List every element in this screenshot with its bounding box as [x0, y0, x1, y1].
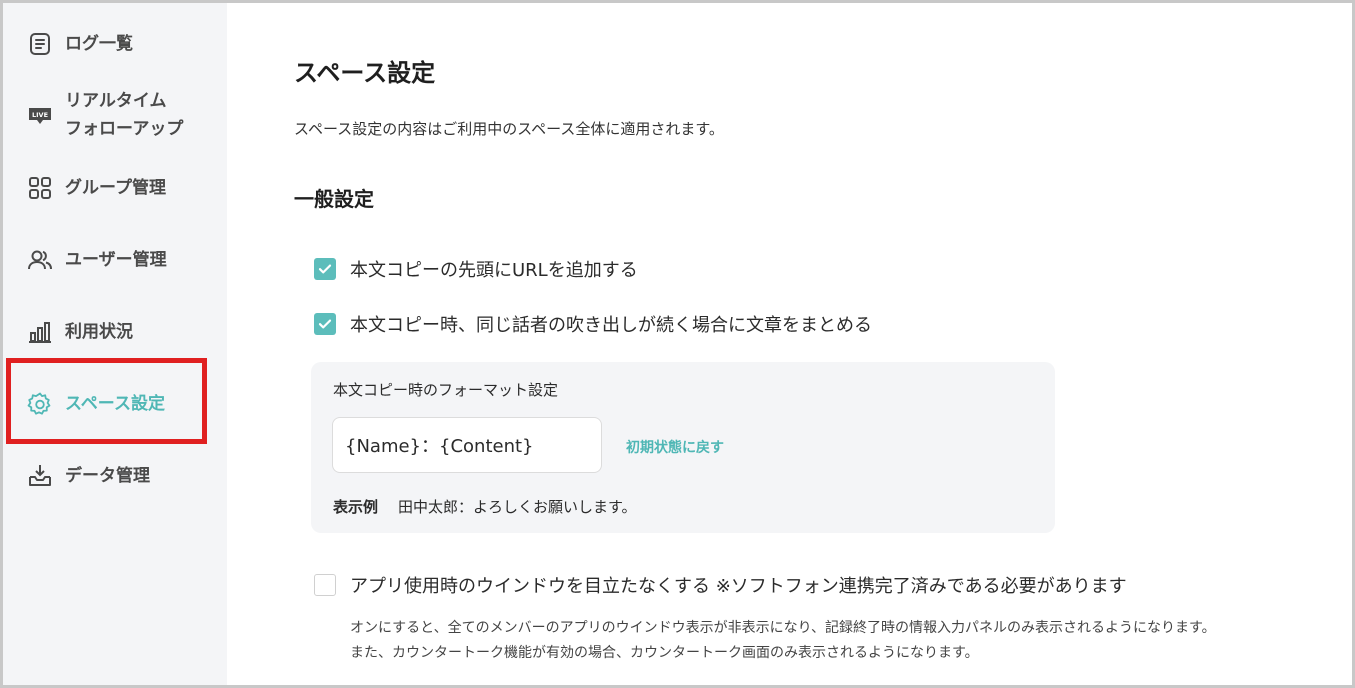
option-add-url[interactable]: 本文コピーの先頭にURLを追加する — [314, 256, 638, 282]
checkbox-hide-window[interactable] — [314, 574, 336, 596]
format-example: 表示例 田中太郎：よろしくお願いします。 — [333, 496, 637, 517]
document-list-icon — [27, 31, 53, 57]
section-title-general: 一般設定 — [294, 187, 374, 211]
format-settings-panel: 本文コピー時のフォーマット設定 初期状態に戻す 表示例 田中太郎：よろしくお願い… — [311, 362, 1055, 533]
app-window: ログ一覧 LIVE リアルタイム フォローアップ グループ管理 ユーザー管理 利… — [0, 0, 1355, 688]
hide-window-note-line1: オンにすると、全てのメンバーのアプリのウインドウ表示が非表示になり、記録終了時の… — [350, 620, 1216, 636]
live-badge: LIVE — [32, 111, 48, 119]
hide-window-note-line2: また、カウンタートーク機能が有効の場合、カウンタートーク画面のみ表示されるように… — [350, 645, 979, 661]
highlight-box — [6, 358, 207, 444]
option-label: 本文コピー時、同じ話者の吹き出しが続く場合に文章をまとめる — [350, 315, 872, 336]
sidebar-item-label: データ管理 — [65, 466, 150, 486]
grid-icon — [27, 175, 53, 201]
example-label: 表示例 — [333, 498, 379, 516]
checkbox-add-url[interactable] — [314, 258, 336, 280]
live-icon: LIVE — [27, 102, 53, 128]
format-settings-title: 本文コピー時のフォーマット設定 — [333, 381, 559, 399]
sidebar-item-realtime-followup[interactable]: LIVE リアルタイム フォローアップ — [27, 87, 183, 143]
main-content: スペース設定 スペース設定の内容はご利用中のスペース全体に適用されます。 一般設… — [294, 3, 1324, 685]
option-label: 本文コピーの先頭にURLを追加する — [350, 260, 638, 281]
check-icon — [318, 319, 332, 329]
sidebar-item-usage[interactable]: 利用状況 — [27, 318, 133, 346]
sidebar-item-label: ログ一覧 — [65, 34, 133, 54]
sidebar-item-label: 利用状況 — [65, 322, 133, 342]
page-title: スペース設定 — [294, 59, 436, 87]
format-input[interactable] — [332, 417, 602, 473]
sidebar: ログ一覧 LIVE リアルタイム フォローアップ グループ管理 ユーザー管理 利… — [3, 3, 227, 685]
download-tray-icon — [27, 463, 53, 489]
sidebar-item-label: グループ管理 — [65, 178, 166, 198]
sidebar-item-data[interactable]: データ管理 — [27, 462, 150, 490]
checkbox-merge-speaker[interactable] — [314, 313, 336, 335]
bar-chart-icon — [27, 319, 53, 345]
option-hide-window[interactable]: アプリ使用時のウインドウを目立たなくする ※ソフトフォン連携完了済みである必要が… — [314, 572, 1127, 598]
example-value: 田中太郎：よろしくお願いします。 — [398, 498, 637, 516]
sidebar-item-users[interactable]: ユーザー管理 — [27, 246, 167, 274]
sidebar-item-label: ユーザー管理 — [65, 250, 167, 270]
check-icon — [318, 264, 332, 274]
sidebar-item-logs[interactable]: ログ一覧 — [27, 30, 133, 58]
sidebar-item-label: リアルタイム フォローアップ — [65, 91, 184, 139]
reset-format-link[interactable]: 初期状態に戻す — [626, 437, 724, 457]
option-label: アプリ使用時のウインドウを目立たなくする ※ソフトフォン連携完了済みである必要が… — [350, 576, 1127, 597]
users-icon — [27, 247, 53, 273]
sidebar-item-groups[interactable]: グループ管理 — [27, 174, 166, 202]
page-description: スペース設定の内容はご利用中のスペース全体に適用されます。 — [294, 120, 724, 138]
option-merge-speaker[interactable]: 本文コピー時、同じ話者の吹き出しが続く場合に文章をまとめる — [314, 311, 872, 337]
